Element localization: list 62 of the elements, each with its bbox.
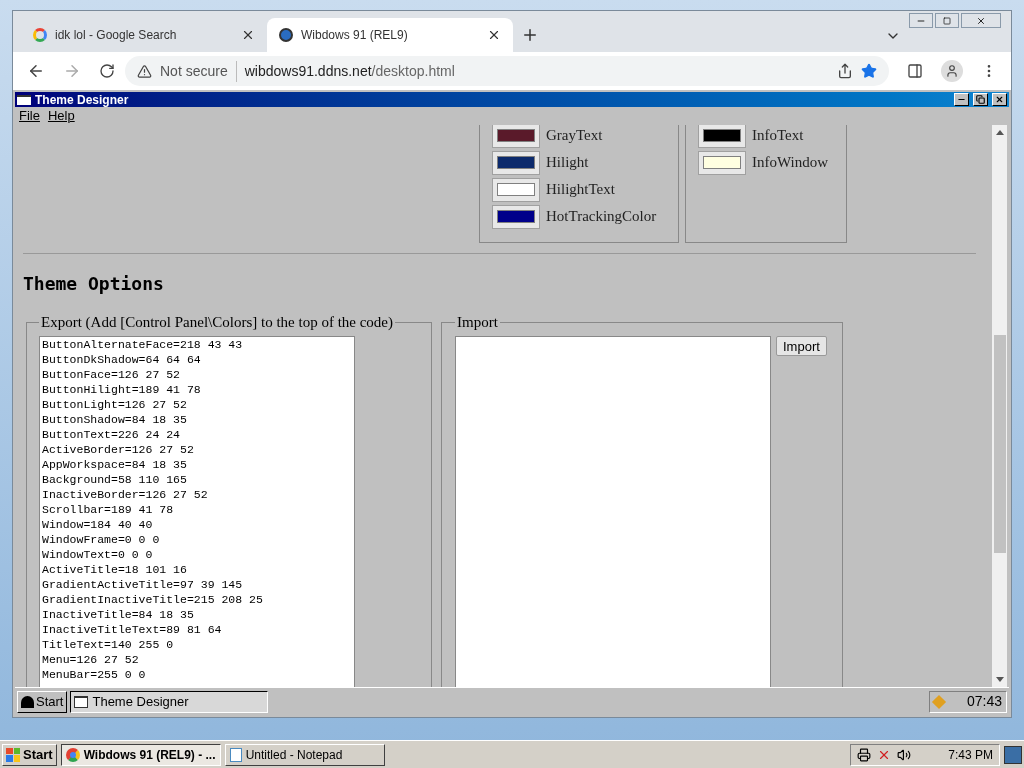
reload-icon[interactable]: [99, 63, 115, 79]
address-bar[interactable]: Not secure wibdows91.ddns.net/desktop.html: [125, 56, 889, 86]
close-icon: [995, 95, 1004, 104]
color-label: HotTrackingColor: [546, 207, 657, 227]
export-field[interactable]: ButtonAlternateFace=218 43 43 ButtonDkShadow=64 64 64 ButtonFace=126 27 52 ButtonHilight=189 41 78 ButtonLight=126 27 52 ButtonShadow=84 18 35 ButtonText=226 24 24 ActiveBorder=126 27 52 AppWorkspace=84 18 35 Background=58 110 165 InactiveBorder=126 27 52 Scrollbar=189 41 78 Window=184 40 40 WindowFrame=0 0 0 WindowText=0 0 0 ActiveTitle=18 101 16 GradientActiveTitle=97 39 145 GradientInactiveTitle=215 208 25 InactiveTitle=84 18 35 InactiveTitleText=89 81 64 TitleText=140 255 0 Menu=126 27 52 MenuBar=255 0 0: [39, 335, 355, 687]
restore-button[interactable]: [973, 93, 988, 106]
warning-icon: [137, 63, 152, 79]
close-icon[interactable]: [241, 28, 255, 42]
close-icon[interactable]: [487, 28, 501, 42]
profile-avatar[interactable]: [941, 60, 963, 82]
window-icon: [17, 94, 31, 105]
tab-title: idk lol - Google Search: [55, 27, 178, 44]
tab-title: Wibdows 91 (REL9): [301, 27, 409, 44]
taskbar-button[interactable]: Theme Designer: [70, 690, 269, 713]
menu-item[interactable]: Help: [47, 106, 75, 126]
scroll-up-icon[interactable]: [995, 130, 1004, 135]
color-label: GrayText: [546, 126, 603, 146]
close-icon: [976, 15, 986, 26]
scrollbar[interactable]: [992, 125, 1007, 687]
color-swatch-button[interactable]: [698, 150, 746, 175]
restore-icon: [976, 95, 985, 104]
import-button[interactable]: Import: [776, 335, 827, 356]
scroll-down-icon[interactable]: [995, 677, 1004, 682]
clock: 07:43: [966, 692, 1002, 711]
bookmark-star-icon[interactable]: [861, 63, 877, 79]
import-legend: Import: [455, 311, 500, 334]
start-button[interactable]: Start: [2, 743, 57, 766]
import-field[interactable]: [455, 335, 771, 687]
color-label: InfoWindow: [752, 153, 829, 173]
security-label: Not secure: [160, 60, 237, 82]
color-swatch-button[interactable]: [492, 204, 540, 229]
back-icon[interactable]: [27, 62, 45, 80]
start-button[interactable]: Start: [17, 690, 68, 713]
globe-icon: [279, 28, 293, 42]
color-swatch-button[interactable]: [492, 125, 540, 148]
window-icon: [74, 695, 89, 708]
color-swatch-button[interactable]: [698, 125, 746, 148]
chrome-icon: [65, 747, 80, 762]
notepad-icon: [229, 747, 242, 762]
color-label: InfoText: [752, 126, 804, 146]
taskbar-button[interactable]: Untitled - Notepad: [224, 743, 385, 766]
color-label: HilightText: [546, 180, 615, 200]
color-swatch-button[interactable]: [492, 177, 540, 202]
color-swatch-button[interactable]: [492, 150, 540, 175]
menu-item[interactable]: File: [19, 106, 40, 126]
windows-logo-icon: [6, 747, 20, 762]
taskbar-button[interactable]: Wibdows 91 (REL9) - ...: [60, 743, 221, 766]
google-icon: [33, 28, 47, 42]
window-title: Theme Designer: [35, 93, 129, 106]
volume-icon[interactable]: [897, 747, 911, 762]
side-panel-icon[interactable]: [907, 63, 923, 79]
new-tab-icon[interactable]: [521, 26, 539, 44]
clock: 7:43 PM: [948, 746, 993, 764]
color-label: Hilight: [546, 153, 589, 173]
browser-tab[interactable]: Wibdows 91 (REL9): [267, 18, 513, 52]
export-legend: Export (Add [Control Panel\Colors] to the top of the code): [39, 311, 396, 334]
section-heading: Theme Options: [23, 272, 165, 296]
browser-tab[interactable]: idk lol - Google Search: [21, 18, 267, 52]
maximize-icon: [943, 16, 951, 25]
url-text: wibdows91.ddns.net/desktop.html: [244, 61, 455, 81]
share-icon[interactable]: [837, 63, 853, 79]
show-desktop-icon[interactable]: [1004, 745, 1022, 764]
